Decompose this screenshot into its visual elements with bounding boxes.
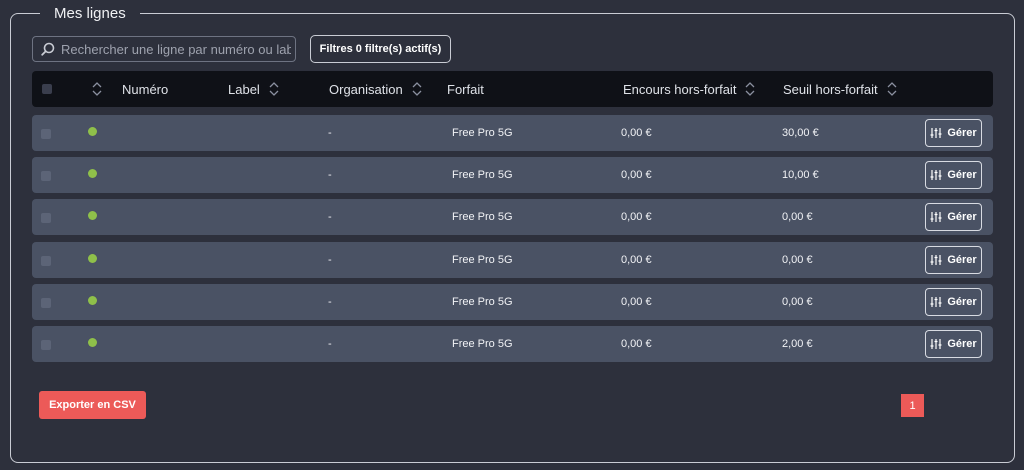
table-row: - Free Pro 5G 0,00 € 0,00 € Gérer — [32, 199, 993, 235]
cell-seuil: 0,00 € — [782, 254, 813, 266]
cell-organisation: - — [328, 338, 332, 350]
cell-forfait: Free Pro 5G — [452, 211, 513, 223]
table-header: Numéro Label Organisation Forfait Encour… — [32, 71, 993, 107]
column-numero[interactable]: Numéro — [122, 71, 168, 107]
search-field[interactable] — [32, 36, 296, 62]
cell-organisation: - — [328, 169, 332, 181]
column-numero-label: Numéro — [122, 81, 169, 97]
column-organisation[interactable]: Organisation — [329, 71, 422, 107]
table-row: - Free Pro 5G 0,00 € 2,00 € Gérer — [32, 326, 993, 362]
sliders-icon — [930, 255, 942, 265]
sliders-icon — [930, 212, 942, 222]
cell-organisation: - — [328, 254, 332, 266]
section-title: Mes lignes — [40, 4, 140, 24]
manage-button-label: Gérer — [947, 254, 977, 266]
cell-encours: 0,00 € — [621, 338, 652, 350]
table-row: - Free Pro 5G 0,00 € 30,00 € Gérer — [32, 115, 993, 151]
sort-icon — [412, 82, 422, 96]
status-dot — [88, 169, 97, 178]
column-organisation-label: Organisation — [329, 81, 403, 97]
search-icon — [41, 42, 55, 56]
cell-organisation: - — [328, 296, 332, 308]
column-encours-label: Encours hors-forfait — [623, 81, 737, 97]
manage-button[interactable]: Gérer — [925, 246, 982, 274]
cell-organisation: - — [328, 211, 332, 223]
column-seuil-label: Seuil hors-forfait — [783, 81, 878, 97]
column-label[interactable]: Label — [228, 71, 279, 107]
cell-seuil: 30,00 € — [782, 127, 819, 139]
table-row: - Free Pro 5G 0,00 € 0,00 € Gérer — [32, 242, 993, 278]
manage-button-label: Gérer — [947, 338, 977, 350]
column-seuil[interactable]: Seuil hors-forfait — [783, 71, 897, 107]
row-checkbox[interactable] — [41, 256, 51, 266]
sliders-icon — [930, 339, 942, 349]
column-forfait-label: Forfait — [447, 81, 484, 97]
cell-seuil: 0,00 € — [782, 211, 813, 223]
cell-seuil: 10,00 € — [782, 169, 819, 181]
row-checkbox[interactable] — [41, 213, 51, 223]
column-forfait[interactable]: Forfait — [447, 71, 484, 107]
export-csv-button[interactable]: Exporter en CSV — [39, 391, 146, 419]
table-row: - Free Pro 5G 0,00 € 0,00 € Gérer — [32, 284, 993, 320]
manage-button-label: Gérer — [947, 127, 977, 139]
column-encours[interactable]: Encours hors-forfait — [623, 71, 755, 107]
manage-button-label: Gérer — [947, 211, 977, 223]
pagination-page-button[interactable]: 1 — [901, 394, 924, 417]
status-dot — [88, 211, 97, 220]
manage-button[interactable]: Gérer — [925, 203, 982, 231]
sliders-icon — [930, 128, 942, 138]
cell-encours: 0,00 € — [621, 127, 652, 139]
select-all-checkbox[interactable] — [42, 84, 52, 94]
row-checkbox[interactable] — [41, 298, 51, 308]
cell-forfait: Free Pro 5G — [452, 338, 513, 350]
row-checkbox[interactable] — [41, 340, 51, 350]
status-dot — [88, 254, 97, 263]
status-sort[interactable] — [83, 71, 102, 107]
sort-icon — [745, 82, 755, 96]
manage-button-label: Gérer — [947, 169, 977, 181]
cell-organisation: - — [328, 127, 332, 139]
manage-button-label: Gérer — [947, 296, 977, 308]
sort-icon — [92, 82, 102, 96]
cell-encours: 0,00 € — [621, 169, 652, 181]
manage-button[interactable]: Gérer — [925, 119, 982, 147]
table-row: - Free Pro 5G 0,00 € 10,00 € Gérer — [32, 157, 993, 193]
manage-button[interactable]: Gérer — [925, 330, 982, 358]
status-dot — [88, 338, 97, 347]
status-dot — [88, 127, 97, 136]
status-dot — [88, 296, 97, 305]
column-label-label: Label — [228, 81, 260, 97]
search-input[interactable] — [61, 41, 291, 57]
sliders-icon — [930, 170, 942, 180]
cell-forfait: Free Pro 5G — [452, 127, 513, 139]
filters-button[interactable]: Filtres 0 filtre(s) actif(s) — [310, 35, 451, 63]
row-checkbox[interactable] — [41, 129, 51, 139]
cell-forfait: Free Pro 5G — [452, 296, 513, 308]
cell-seuil: 0,00 € — [782, 296, 813, 308]
row-checkbox[interactable] — [41, 171, 51, 181]
cell-encours: 0,00 € — [621, 296, 652, 308]
cell-forfait: Free Pro 5G — [452, 254, 513, 266]
sort-icon — [887, 82, 897, 96]
cell-encours: 0,00 € — [621, 254, 652, 266]
cell-seuil: 2,00 € — [782, 338, 813, 350]
cell-forfait: Free Pro 5G — [452, 169, 513, 181]
manage-button[interactable]: Gérer — [925, 288, 982, 316]
cell-encours: 0,00 € — [621, 211, 652, 223]
sliders-icon — [930, 297, 942, 307]
sort-icon — [269, 82, 279, 96]
manage-button[interactable]: Gérer — [925, 161, 982, 189]
